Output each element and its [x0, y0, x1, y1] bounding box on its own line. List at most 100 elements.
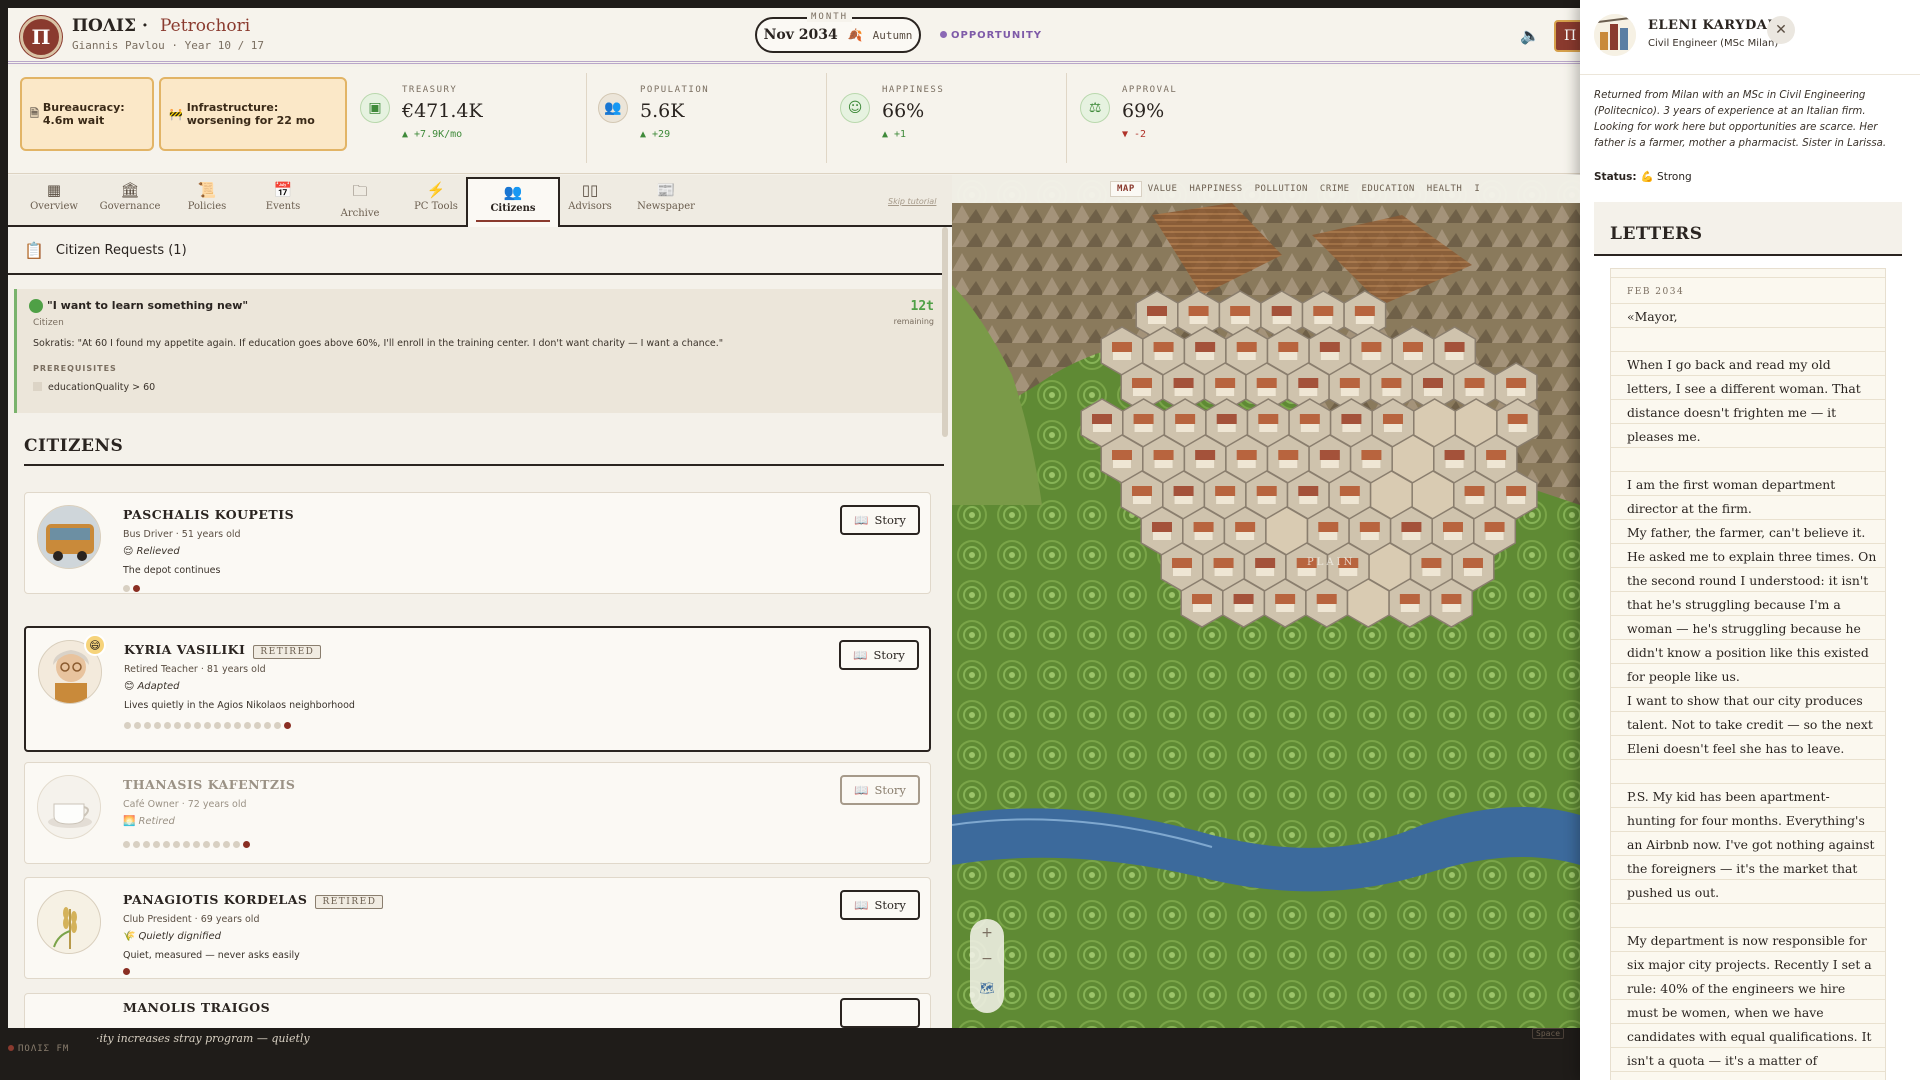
book-icon: 📖 — [854, 783, 869, 797]
map-tab-more[interactable]: I — [1468, 182, 1486, 196]
citizen-requests-header[interactable]: 📋 Citizen Requests (1) — [8, 227, 944, 275]
building-roof — [1213, 558, 1234, 568]
building-icon: 🏛 — [120, 181, 140, 199]
building-wall — [1465, 496, 1484, 504]
sound-icon[interactable]: 🔈 — [1520, 26, 1540, 45]
radio-label[interactable]: ΠΟΛΙΣ FM — [8, 1044, 69, 1054]
game-logo[interactable]: Π — [20, 16, 62, 58]
retired-badge: RETIRED — [253, 645, 322, 659]
building-roof — [1444, 450, 1465, 460]
progress-dot — [254, 722, 261, 729]
building-wall — [1189, 316, 1208, 324]
map-layer-tabs: MAP VALUE HAPPINESS POLLUTION CRIME EDUC… — [952, 175, 1580, 203]
prerequisite-item: educationQuality > 60 — [33, 382, 155, 393]
building-roof — [1216, 414, 1237, 424]
progress-dot — [243, 841, 250, 848]
building-roof — [1195, 450, 1216, 460]
map-view-icon[interactable]: 🗺 — [970, 981, 1004, 995]
approval-label: APPROVAL — [1122, 85, 1178, 95]
infrastructure-alert[interactable]: 🚧 Infrastructure: worsening for 22 mo — [159, 77, 347, 151]
map-tab-health[interactable]: HEALTH — [1421, 182, 1469, 196]
bureaucracy-alert[interactable]: 🗎 Bureaucracy: 4.6m wait — [20, 77, 154, 151]
story-button[interactable]: 📖 Story — [840, 775, 920, 805]
story-progress — [123, 968, 130, 975]
building-wall — [1196, 352, 1215, 360]
citizen-name: PASCHALIS KOUPETIS — [123, 507, 295, 522]
progress-dot — [124, 722, 131, 729]
building-roof — [1278, 342, 1299, 352]
building-roof — [1444, 342, 1465, 352]
happiness-stat[interactable]: ☺ HAPPINESS 66% ▲ +1 — [840, 77, 1050, 151]
building-wall — [1279, 352, 1298, 360]
zoom-in-button[interactable]: + — [970, 925, 1004, 941]
letter-card[interactable]: FEB 2034 «Mayor, When I go back and read… — [1610, 268, 1886, 1080]
map-tab-map[interactable]: MAP — [1110, 181, 1142, 197]
story-button[interactable]: 📖 Story — [840, 890, 920, 920]
opportunity-badge[interactable]: OPPORTUNITY — [940, 30, 1042, 41]
citizen-name-text: PANAGIOTIS KORDELAS — [123, 892, 308, 907]
tab-events[interactable]: 📅 Events — [239, 177, 327, 223]
building-wall — [1403, 352, 1422, 360]
building-roof — [1215, 486, 1236, 496]
progress-dot — [144, 722, 151, 729]
building-roof — [1422, 378, 1443, 388]
building-wall — [1174, 388, 1193, 396]
tab-label: PC Tools — [414, 201, 458, 212]
building-wall — [1400, 604, 1419, 612]
tab-policies[interactable]: 📜 Policies — [163, 177, 251, 223]
map-tab-education[interactable]: EDUCATION — [1356, 182, 1421, 196]
letters-section-title: LETTERS — [1594, 202, 1902, 256]
building-roof — [1464, 486, 1485, 496]
building-roof — [1339, 486, 1360, 496]
building-roof — [1506, 378, 1527, 388]
map-tab-happiness[interactable]: HAPPINESS — [1183, 182, 1248, 196]
tab-governance[interactable]: 🏛 Governance — [86, 177, 174, 223]
city-map[interactable]: MAP VALUE HAPPINESS POLLUTION CRIME EDUC… — [952, 175, 1580, 1028]
building-wall — [1362, 460, 1381, 468]
building-wall — [1214, 568, 1233, 576]
treasury-stat[interactable]: ▣ TREASURY €471.4K ▲ +7.9K/mo — [360, 77, 570, 151]
skip-tutorial-link[interactable]: Skip tutorial — [888, 197, 936, 206]
close-icon[interactable]: ✕ — [1767, 16, 1795, 44]
building-roof — [1319, 342, 1340, 352]
building-roof — [1486, 450, 1507, 460]
tab-newspaper[interactable]: 📰 Newspaper — [622, 177, 710, 223]
tab-archive[interactable]: 🗀 Archive — [316, 177, 404, 223]
citizen-card[interactable]: THANASIS KAFENTZIS Café Owner · 72 years… — [24, 762, 931, 864]
scrollbar[interactable] — [942, 227, 948, 437]
map-tab-crime[interactable]: CRIME — [1314, 182, 1356, 196]
game-name: ΠΟΛΙΣ · — [72, 16, 148, 36]
player-menu-button[interactable]: Π — [1554, 20, 1580, 52]
map-tab-pollution[interactable]: POLLUTION — [1249, 182, 1314, 196]
building-roof — [1195, 342, 1216, 352]
building-wall — [1443, 532, 1462, 540]
citizen-request-card[interactable]: "I want to learn something new" Citizen … — [14, 289, 946, 413]
tab-label: Archive — [340, 208, 380, 219]
building-wall — [1487, 460, 1506, 468]
approval-stat[interactable]: ⚖ APPROVAL 69% ▼ -2 — [1080, 77, 1290, 151]
building-roof — [1319, 450, 1340, 460]
mood-icon: 🌅 — [123, 816, 136, 827]
request-body: Sokratis: "At 60 I found my appetite aga… — [33, 338, 724, 349]
bus-avatar — [37, 505, 101, 569]
building-wall — [1134, 424, 1153, 432]
tab-overview[interactable]: ▦ Overview — [10, 177, 98, 223]
map-tab-value[interactable]: VALUE — [1142, 182, 1184, 196]
grid-icon: ▦ — [46, 181, 62, 199]
story-button[interactable]: 📖 Story — [840, 505, 920, 535]
tab-advisors[interactable]: ▯▯ Advisors — [546, 177, 634, 223]
zoom-out-button[interactable]: − — [970, 951, 1004, 967]
citizen-card[interactable]: PANAGIOTIS KORDELAS RETIRED Club Presiden… — [24, 877, 931, 979]
status-label: Status: — [1594, 171, 1637, 183]
building-roof — [1399, 594, 1420, 604]
story-button[interactable] — [840, 998, 920, 1028]
citizen-card[interactable]: 😄 KYRIA VASILIKI RETIRED Retired Teacher … — [24, 626, 931, 752]
request-source: Citizen — [33, 318, 64, 328]
population-stat[interactable]: 👥 POPULATION 5.6K ▲ +29 — [598, 77, 808, 151]
status-value: Strong — [1657, 171, 1692, 183]
month-indicator[interactable]: Nov 2034 🍂 Autumn — [755, 17, 921, 53]
citizen-card[interactable]: PASCHALIS KOUPETIS Bus Driver · 51 years… — [24, 492, 931, 594]
story-button[interactable]: 📖 Story — [839, 640, 919, 670]
citizen-card[interactable]: MANOLIS TRAIGOS — [24, 993, 931, 1028]
progress-dot — [204, 722, 211, 729]
